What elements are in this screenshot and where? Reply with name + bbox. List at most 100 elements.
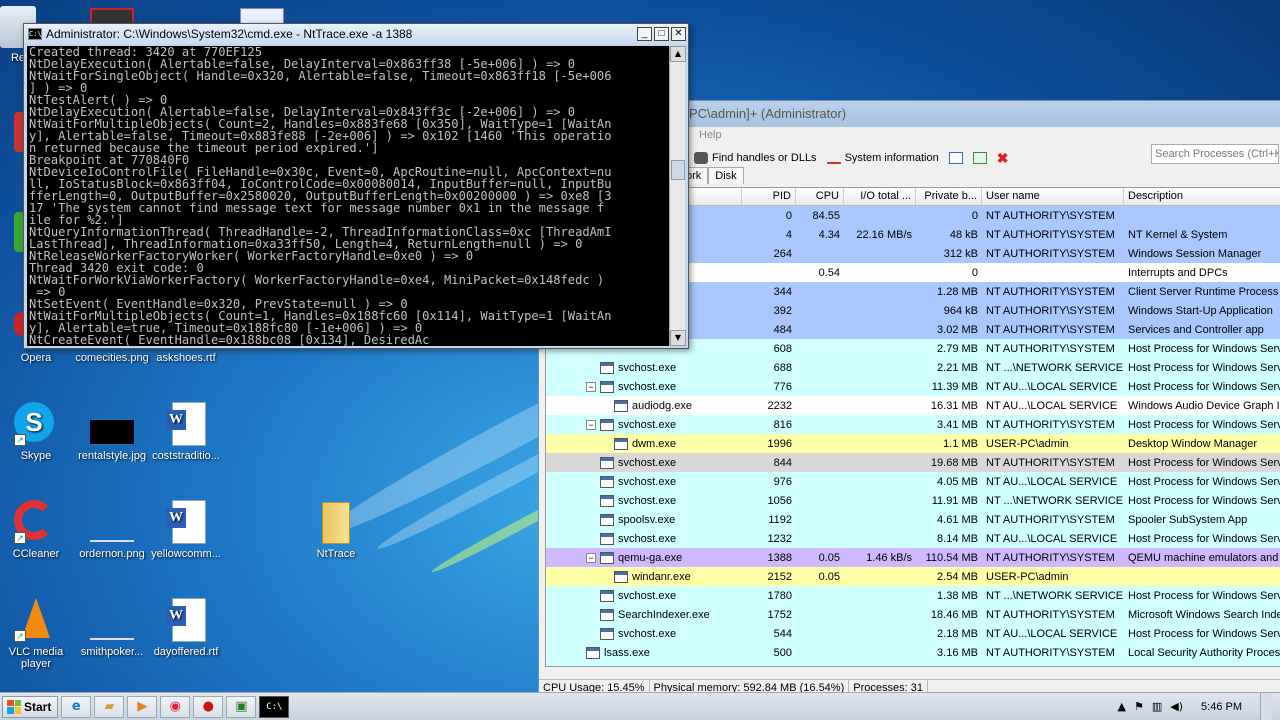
- desktop-icon-coststradition[interactable]: W coststraditio...: [146, 402, 226, 462]
- process-icon: [614, 399, 628, 412]
- description-cell: Host Process for Windows Servi: [1128, 475, 1280, 488]
- table-row[interactable]: − svchost.exe 776 11.39 MB NT AU...\LOCAL SE…: [546, 377, 1280, 396]
- tab-disk[interactable]: Disk: [708, 167, 744, 184]
- table-row[interactable]: windanr.exe 2152 0.05 2.54 MB USER-PC\admin: [546, 567, 1280, 586]
- skype-icon: S ↗: [14, 402, 58, 446]
- process-name: SearchIndexer.exe: [546, 608, 742, 621]
- process-name-label: svchost.exe: [618, 361, 677, 374]
- table-row[interactable]: svchost.exe 976 4.05 MB NT AU...\LOCAL SERV…: [546, 472, 1280, 491]
- table-row[interactable]: svchost.exe 688 2.21 MB NT ...\NETWORK SERV…: [546, 358, 1280, 377]
- col-cpu[interactable]: CPU: [796, 188, 844, 205]
- description-cell: NT Kernel & System: [1128, 228, 1228, 241]
- table-row[interactable]: audiodg.exe 2232 16.31 MB NT AU...\LOCAL SE…: [546, 396, 1280, 415]
- desktop-icon-nttrace[interactable]: NtTrace: [296, 500, 376, 560]
- ie-icon[interactable]: e: [61, 695, 92, 718]
- cmd-title-bar[interactable]: C:\ Administrator: C:\Windows\System32\c…: [24, 24, 688, 44]
- table-row[interactable]: − svchost.exe 816 3.41 MB NT AUTHORITY\SYSTE…: [546, 415, 1280, 434]
- desktop-icon-smithpoker[interactable]: smithpoker...: [72, 598, 152, 658]
- clock[interactable]: 5:46 PM: [1191, 701, 1252, 713]
- window-icon[interactable]: [948, 152, 963, 164]
- volume-icon[interactable]: ◀): [1170, 700, 1183, 713]
- user-cell: NT ...\NETWORK SERVICE: [986, 361, 1124, 374]
- maximize-button[interactable]: □: [654, 27, 669, 41]
- table-row[interactable]: lsass.exe 500 3.16 MB NT AUTHORITY\SYSTEM Lo…: [546, 643, 1280, 662]
- collapse-icon[interactable]: −: [586, 419, 596, 430]
- desktop-icon-yellowcomm[interactable]: W yellowcomm...: [146, 500, 226, 560]
- table-row[interactable]: svchost.exe 544 2.18 MB NT AU...\LOCAL SERV…: [546, 624, 1280, 643]
- user-cell: NT AUTHORITY\SYSTEM: [986, 608, 1115, 621]
- scroll-up-icon[interactable]: ▲: [670, 46, 686, 62]
- show-desktop-button[interactable]: [1260, 692, 1272, 720]
- private-bytes-cell: 8.14 MB: [937, 532, 978, 545]
- scroll-down-icon[interactable]: ▼: [670, 330, 686, 346]
- user-cell: NT ...\NETWORK SERVICE: [986, 494, 1124, 507]
- table-row[interactable]: spoolsv.exe 1192 4.61 MB NT AUTHORITY\SYSTE…: [546, 510, 1280, 529]
- description-cell: Host Process for Windows Servi: [1128, 532, 1280, 545]
- description-cell: Local Security Authority Process: [1128, 646, 1280, 659]
- search-processes-input[interactable]: Search Processes (Ctrl+K): [1151, 144, 1279, 164]
- cmd-icon[interactable]: C:\: [259, 695, 290, 718]
- export-icon[interactable]: [972, 152, 987, 164]
- col-description[interactable]: Description: [1124, 188, 1280, 205]
- desktop-icon-comecities[interactable]: comecities.png: [72, 352, 152, 364]
- ccleaner-icon: ↗: [14, 500, 58, 544]
- table-row[interactable]: dwm.exe 1996 1.1 MB USER-PC\admin Desktop Wi…: [546, 434, 1280, 453]
- process-icon: [600, 361, 614, 374]
- chrome-icon[interactable]: ◉: [160, 695, 191, 718]
- desktop-icon-ordernon[interactable]: ordernon.png: [72, 500, 152, 560]
- user-cell: USER-PC\admin: [986, 437, 1069, 450]
- col-pid[interactable]: PID: [742, 188, 796, 205]
- close-button[interactable]: ✕: [671, 27, 686, 41]
- console-output[interactable]: Created thread: 3420 at 770EF125 NtDelay…: [27, 46, 669, 346]
- scroll-thumb[interactable]: [671, 160, 685, 180]
- pid-cell: 1056: [767, 494, 792, 507]
- table-row[interactable]: SearchIndexer.exe 1752 18.46 MB NT AUTHORIT…: [546, 605, 1280, 624]
- description-cell: Services and Controller app: [1128, 323, 1264, 336]
- private-bytes-cell: 2.79 MB: [937, 342, 978, 355]
- collapse-icon[interactable]: −: [586, 381, 596, 392]
- process-name-label: lsass.exe: [604, 646, 650, 659]
- process-name-label: SearchIndexer.exe: [618, 608, 710, 621]
- private-bytes-cell: 48 kB: [949, 228, 978, 241]
- process-name: svchost.exe: [546, 589, 742, 602]
- opera-icon[interactable]: ●: [193, 695, 224, 718]
- collapse-icon[interactable]: −: [586, 552, 596, 563]
- desktop-icon-askshoes[interactable]: askshoes.rtf: [146, 352, 226, 364]
- desktop-icon-dayoffered[interactable]: W dayoffered.rtf: [146, 598, 226, 658]
- minimize-button[interactable]: _: [637, 27, 652, 41]
- process-name: svchost.exe: [546, 475, 742, 488]
- system-information-button[interactable]: System information: [826, 152, 939, 164]
- network-icon[interactable]: ▥: [1152, 700, 1162, 713]
- pid-cell: 2232: [767, 399, 792, 412]
- table-row[interactable]: svchost.exe 1056 11.91 MB NT ...\NETWORK SE…: [546, 491, 1280, 510]
- desktop-icon-opera[interactable]: Opera: [0, 352, 76, 364]
- col-io[interactable]: I/O total ...: [844, 188, 916, 205]
- console-scrollbar[interactable]: ▲ ▼: [669, 46, 686, 346]
- col-user-name[interactable]: User name: [982, 188, 1124, 205]
- flag-icon[interactable]: ⚑: [1134, 700, 1144, 713]
- private-bytes-cell: 964 kB: [943, 304, 978, 317]
- private-bytes-cell: 1.38 MB: [937, 589, 978, 602]
- table-row[interactable]: svchost.exe 844 19.68 MB NT AUTHORITY\SYSTE…: [546, 453, 1280, 472]
- cmd-window[interactable]: C:\ Administrator: C:\Windows\System32\c…: [23, 23, 689, 349]
- desktop-icon-vlc[interactable]: ↗ VLC media player: [0, 598, 76, 670]
- col-private-bytes[interactable]: Private b...: [916, 188, 982, 205]
- start-button[interactable]: Start: [2, 695, 59, 718]
- table-row[interactable]: lsm.exe 508 1.43 MBNT AUTHORITY\SYSTEMLoca…: [546, 662, 1280, 666]
- table-row[interactable]: svchost.exe 1780 1.38 MB NT ...\NETWORK SER…: [546, 586, 1280, 605]
- desktop-icon-label: VLC media player: [8, 646, 64, 670]
- desktop-icon-ccleaner[interactable]: ↗ CCleaner: [0, 500, 76, 560]
- table-row[interactable]: − qemu-ga.exe 1388 0.05 1.46 kB/s 110.54 MB NT…: [546, 548, 1280, 567]
- show-hidden-icons-icon[interactable]: ▲: [1118, 700, 1126, 713]
- find-handles-button[interactable]: Find handles or DLLs: [694, 152, 817, 164]
- explorer-icon[interactable]: ▰: [94, 695, 125, 718]
- desktop-icon-skype[interactable]: S ↗ Skype: [0, 402, 76, 462]
- cmd-icon: C:\: [28, 28, 42, 40]
- description-cell: Windows Audio Device Graph Is: [1128, 399, 1280, 412]
- process-hacker-icon[interactable]: ▣: [226, 695, 257, 718]
- desktop-icon-rentalstyle[interactable]: rentalstyle.jpg: [72, 402, 152, 462]
- close-x-icon[interactable]: ✖: [997, 150, 1009, 167]
- media-player-icon[interactable]: ▶: [127, 695, 158, 718]
- table-row[interactable]: svchost.exe 1232 8.14 MB NT AU...\LOCAL SER…: [546, 529, 1280, 548]
- process-name: svchost.exe: [546, 361, 742, 374]
